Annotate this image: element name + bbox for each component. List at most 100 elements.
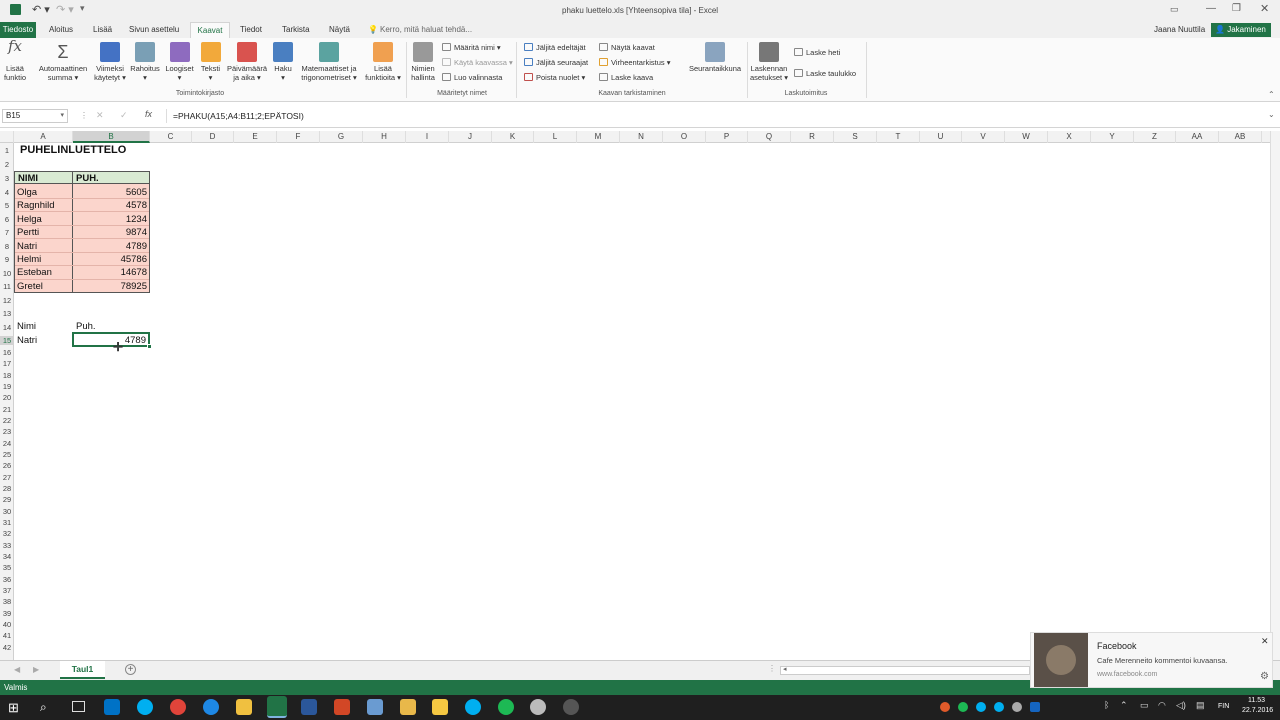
row-header[interactable]: 20 xyxy=(0,393,14,402)
row-header[interactable]: 21 xyxy=(0,405,14,414)
word-icon[interactable] xyxy=(301,699,317,715)
row-header[interactable]: 1 xyxy=(0,146,14,155)
more-functions-button[interactable]: Lisää funktioita ▾ xyxy=(362,42,404,82)
header-cell-name[interactable]: NIMI xyxy=(14,171,73,184)
tray-skype-icon[interactable] xyxy=(976,702,986,712)
row-header[interactable]: 12 xyxy=(0,296,14,305)
row-header[interactable]: 40 xyxy=(0,620,14,629)
tray-app-icon[interactable] xyxy=(1012,702,1022,712)
entry-name[interactable]: Pertti xyxy=(15,226,41,239)
selected-cell-b15[interactable]: 4789 xyxy=(72,332,152,349)
row-header[interactable]: 13 xyxy=(0,309,14,318)
row-header[interactable]: 22 xyxy=(0,416,14,425)
entry-name[interactable]: Natri xyxy=(15,240,39,253)
tray-spotify-icon[interactable] xyxy=(958,702,968,712)
col-header[interactable]: O xyxy=(663,131,706,143)
task-view-icon[interactable] xyxy=(72,701,85,712)
row-header[interactable]: 24 xyxy=(0,439,14,448)
collapse-ribbon-icon[interactable]: ⌃ xyxy=(1268,90,1275,99)
add-sheet-icon[interactable]: + xyxy=(125,664,136,675)
row-header[interactable]: 5 xyxy=(0,201,14,210)
col-header[interactable]: U xyxy=(920,131,962,143)
entry-phone[interactable]: 5605 xyxy=(74,186,149,199)
cancel-icon[interactable]: ✕ xyxy=(96,110,104,121)
trace-precedents-button[interactable]: Jäljitä edeltäjät xyxy=(524,43,586,53)
horizontal-scrollbar[interactable]: ◂ xyxy=(780,666,1030,675)
row-header[interactable]: 30 xyxy=(0,507,14,516)
undo-icon[interactable]: ↶ ▾ xyxy=(32,3,50,16)
entry-name[interactable]: Gretel xyxy=(15,280,45,293)
row-header[interactable]: 6 xyxy=(0,215,14,224)
calculate-now-button[interactable]: Laske heti xyxy=(794,48,840,58)
vertical-scrollbar[interactable] xyxy=(1270,131,1280,660)
entry-phone[interactable]: 45786 xyxy=(74,253,149,266)
sheet-tab-taul1[interactable]: Taul1 xyxy=(60,661,105,679)
entry-phone[interactable]: 78925 xyxy=(74,280,149,293)
lookup-label-name[interactable]: Nimi xyxy=(15,320,38,333)
share-button[interactable]: 👤 Jakaminen xyxy=(1211,23,1271,37)
bluetooth-icon[interactable]: ᛒ xyxy=(1104,700,1109,710)
remove-arrows-button[interactable]: Poista nuolet ▾ xyxy=(524,73,585,83)
col-header[interactable]: E xyxy=(234,131,277,143)
prev-sheet-icon[interactable]: ◀ xyxy=(14,665,20,674)
tab-data[interactable]: Tiedot xyxy=(240,22,262,38)
row-header[interactable]: 35 xyxy=(0,563,14,572)
col-header[interactable]: V xyxy=(962,131,1005,143)
split-handle-icon[interactable]: ⋮ xyxy=(768,664,776,673)
row-header[interactable]: 28 xyxy=(0,484,14,493)
col-header[interactable]: R xyxy=(791,131,834,143)
create-from-selection-button[interactable]: Luo valinnasta xyxy=(442,73,502,83)
tab-page-layout[interactable]: Sivun asettelu xyxy=(129,22,179,38)
row-header[interactable]: 10 xyxy=(0,269,14,278)
entry-name[interactable]: Ragnhild xyxy=(15,199,57,212)
tab-insert[interactable]: Lisää xyxy=(93,22,112,38)
row-header[interactable]: 3 xyxy=(0,174,14,183)
watch-window-button[interactable]: Seurantaikkuna xyxy=(686,42,744,73)
header-cell-phone[interactable]: PUH. xyxy=(73,171,150,184)
row-header[interactable]: 16 xyxy=(0,348,14,357)
fill-handle[interactable] xyxy=(147,344,152,349)
row-header[interactable]: 7 xyxy=(0,228,14,237)
row-header[interactable]: 26 xyxy=(0,461,14,470)
clock-date[interactable]: 22.7.2016 xyxy=(1242,707,1273,714)
minimize-icon[interactable]: — xyxy=(1206,3,1216,14)
volume-icon[interactable]: ◁) xyxy=(1176,700,1186,711)
formula-input[interactable]: =PHAKU(A15;A4:B11;2;EPÄTOSI) xyxy=(166,109,1270,123)
tellme-input[interactable]: Kerro, mitä haluat tehdä... xyxy=(380,22,472,38)
folder-icon[interactable] xyxy=(400,699,416,715)
battery-icon[interactable]: ▭ xyxy=(1140,700,1149,711)
notifications-icon[interactable]: ▤ xyxy=(1196,700,1205,711)
tab-file[interactable]: Tiedosto xyxy=(0,22,36,38)
col-header[interactable]: S xyxy=(834,131,877,143)
recent-button[interactable]: Viimeksi käytetyt ▾ xyxy=(92,42,128,82)
autosum-button[interactable]: Σ Automaattinen summa ▾ xyxy=(36,42,90,82)
col-header[interactable]: I xyxy=(406,131,449,143)
row-header[interactable]: 11 xyxy=(0,282,14,291)
file-explorer-icon[interactable] xyxy=(236,699,252,715)
name-box-dropdown-icon[interactable]: ▾ xyxy=(60,110,64,122)
entry-phone[interactable]: 4789 xyxy=(74,240,149,253)
enter-icon[interactable]: ✓ xyxy=(120,110,128,121)
tab-formulas[interactable]: Kaavat xyxy=(190,22,230,38)
text-button[interactable]: Teksti ▾ xyxy=(198,42,223,82)
maximize-icon[interactable]: ❐ xyxy=(1232,3,1241,14)
col-header[interactable]: C xyxy=(150,131,192,143)
row-header[interactable]: 15 xyxy=(0,336,14,345)
tab-home[interactable]: Aloitus xyxy=(49,22,73,38)
col-header[interactable]: K xyxy=(492,131,534,143)
tab-review[interactable]: Tarkista xyxy=(282,22,310,38)
col-header[interactable]: D xyxy=(192,131,234,143)
row-header[interactable]: 27 xyxy=(0,473,14,482)
evaluate-formula-button[interactable]: Laske kaava xyxy=(599,73,653,83)
col-header[interactable]: Q xyxy=(748,131,791,143)
edge-icon[interactable] xyxy=(203,699,219,715)
row-header[interactable]: 23 xyxy=(0,427,14,436)
search-icon[interactable]: ⌕ xyxy=(40,700,47,715)
entry-name[interactable]: Esteban xyxy=(15,266,54,279)
col-header[interactable]: Y xyxy=(1091,131,1134,143)
skype-icon[interactable] xyxy=(137,699,153,715)
name-manager-button[interactable]: Nimien hallinta xyxy=(408,42,438,82)
row-header[interactable]: 36 xyxy=(0,575,14,584)
row-header[interactable]: 32 xyxy=(0,529,14,538)
col-header[interactable]: P xyxy=(706,131,748,143)
